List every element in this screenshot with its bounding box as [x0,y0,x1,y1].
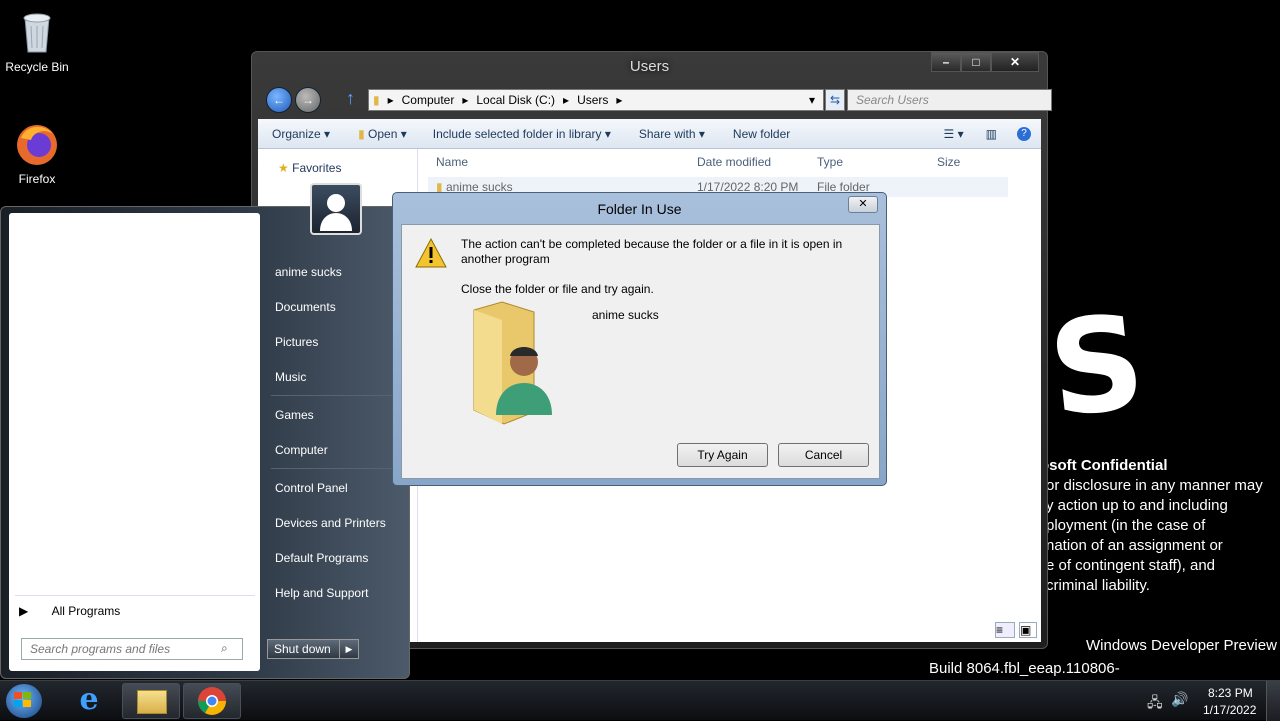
clock-time[interactable]: 8:23 PM [1208,686,1253,700]
divider [271,468,399,469]
start-item-default-programs[interactable]: Default Programs [275,551,368,565]
star-icon: ★ [278,161,289,175]
watermark-build-title: Windows Developer Preview [1086,637,1277,654]
taskbar: e 🖧 🔊 8:23 PM 1/17/2022 [0,680,1280,721]
user-avatar[interactable] [310,183,362,235]
view-options-icon[interactable]: ☰ ▾ [944,127,964,141]
search-input[interactable]: Search Users [847,89,1052,111]
command-bar: Organize ▾ ▮ Open ▾ Include selected fol… [258,119,1041,149]
breadcrumb-computer[interactable]: Computer [402,90,455,110]
folder-icon [137,690,167,714]
watermark-line: e of contingent staff), and [1046,557,1216,574]
shutdown-options-button[interactable]: ▶ [339,639,359,659]
watermark-line: nation of an assignment or [1046,537,1223,554]
column-name[interactable]: Name [436,155,468,169]
desktop-icon-label: Recycle Bin [5,60,69,74]
recycle-bin-icon [13,8,61,56]
desktop-icon-label: Firefox [18,172,56,186]
large-icons-view-icon[interactable]: ▣ [1019,622,1037,638]
show-desktop-button[interactable] [1266,681,1280,721]
dialog-body: The action can't be completed because th… [401,224,880,479]
start-menu: anime sucks Documents Pictures Music Gam… [0,206,410,679]
minimize-button[interactable]: – [931,52,961,72]
start-item-control-panel[interactable]: Control Panel [275,481,348,495]
open-button[interactable]: ▮ Open ▾ [358,127,407,141]
folder-name-label: anime sucks [592,308,659,322]
forward-button[interactable]: → [295,87,321,113]
watermark-line: y action up to and including [1046,497,1228,514]
programs-pane [9,213,260,671]
watermark-logo-letter: S [1042,285,1152,447]
address-bar[interactable]: ▮ ▸ Computer ▸ Local Disk (C:) ▸ Users ▸… [368,89,824,111]
taskbar-explorer-button[interactable] [122,683,180,719]
internet-explorer-icon[interactable]: e [72,685,106,717]
navigation-bar: ← → ↑ ▮ ▸ Computer ▸ Local Disk (C:) ▸ U… [264,86,1052,114]
firefox-icon [13,120,61,168]
help-icon[interactable]: ? [1017,126,1031,141]
chrome-icon [198,687,226,715]
folder-icon: ▮ [358,126,365,141]
caption-buttons: – □ ✕ [931,52,1039,72]
organize-button[interactable]: Organize ▾ [272,127,330,141]
window-title: Users [629,58,670,75]
start-item-games[interactable]: Games [275,408,314,422]
include-in-library-button[interactable]: Include selected folder in library ▾ [433,127,611,141]
folder-icon: ▮ [373,93,380,107]
network-icon[interactable]: 🖧 [1147,692,1163,716]
up-icon[interactable]: ↑ [346,88,355,109]
breadcrumb-users[interactable]: Users [577,90,608,110]
divider [271,395,399,396]
desktop-icon-recycle-bin[interactable]: Recycle Bin [0,8,74,74]
desktop-icon-firefox[interactable]: Firefox [0,120,74,186]
chevron-right-icon: ▸ [616,93,623,107]
address-dropdown-icon[interactable]: ▾ [809,90,815,110]
share-with-button[interactable]: Share with ▾ [639,127,705,141]
chevron-right-icon: ▸ [387,93,394,107]
start-item-music[interactable]: Music [275,370,306,384]
triangle-right-icon: ▶ [19,604,29,618]
chevron-right-icon: ▸ [462,93,469,107]
watermark-line: ployment (in the case of [1046,517,1206,534]
column-type[interactable]: Type [817,155,843,169]
all-programs-button[interactable]: ▶ All Programs [19,604,255,618]
chevron-right-icon: ▸ [563,93,570,107]
watermark-confidential-title: osoft Confidential [1040,457,1168,474]
column-date-modified[interactable]: Date modified [697,155,771,169]
cancel-button[interactable]: Cancel [778,443,869,467]
watermark-line: or disclosure in any manner may [1046,477,1263,494]
dialog-message: The action can't be completed because th… [461,237,843,266]
try-again-button[interactable]: Try Again [677,443,768,467]
start-item-documents[interactable]: Documents [275,300,336,314]
maximize-button[interactable]: □ [961,52,991,72]
column-size[interactable]: Size [937,155,960,169]
refresh-button[interactable]: ⇆ [825,89,845,111]
taskbar-chrome-button[interactable] [183,683,241,719]
start-item-help-support[interactable]: Help and Support [275,586,368,600]
divider [15,595,255,596]
start-item-devices-printers[interactable]: Devices and Printers [275,516,386,530]
watermark-line: criminal liability. [1046,577,1150,594]
dialog-close-button[interactable]: ✕ [848,196,878,213]
start-item-pictures[interactable]: Pictures [275,335,318,349]
folder-in-use-icon [464,300,574,428]
breadcrumb-local-disk[interactable]: Local Disk (C:) [476,90,555,110]
back-button[interactable]: ← [266,87,292,113]
warning-icon [414,237,448,272]
start-item-user[interactable]: anime sucks [275,265,342,279]
preview-pane-icon[interactable]: ▥ [986,127,997,141]
start-orb-button[interactable] [6,684,42,718]
volume-icon[interactable]: 🔊 [1171,691,1188,708]
dialog-instruction: Close the folder or file and try again. [461,282,654,296]
clock-date[interactable]: 1/17/2022 [1203,703,1256,717]
search-icon[interactable]: ⌕ [221,641,228,656]
start-item-computer[interactable]: Computer [275,443,328,457]
start-search-input[interactable]: Search programs and files [21,638,243,660]
folder-in-use-dialog: Folder In Use ✕ The action can't be comp… [392,192,887,486]
dialog-title: Folder In Use [597,201,682,217]
places-pane: anime sucks Documents Pictures Music Gam… [263,213,403,671]
favorites-item[interactable]: ★ Favorites [278,161,341,175]
details-view-icon[interactable]: ≡ [995,622,1015,638]
new-folder-button[interactable]: New folder [733,127,790,141]
close-button[interactable]: ✕ [991,52,1039,72]
